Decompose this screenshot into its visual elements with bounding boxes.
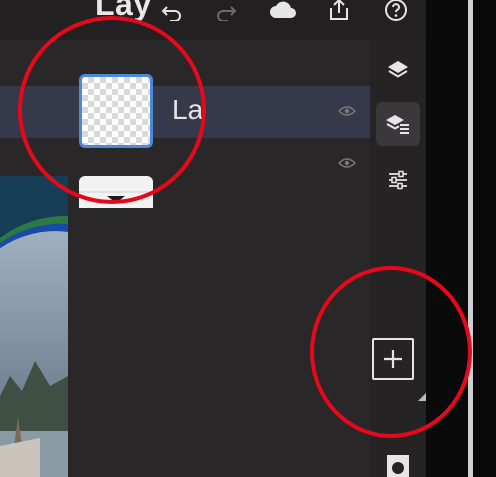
layers-panel-button[interactable] xyxy=(376,48,420,92)
mask-button[interactable] xyxy=(385,453,411,477)
eye-icon xyxy=(337,158,357,168)
share-button[interactable] xyxy=(325,0,353,24)
layer-properties-button[interactable] xyxy=(376,102,420,146)
help-icon xyxy=(385,0,407,21)
mask-icon xyxy=(387,455,409,477)
highlight-circle-add-layer xyxy=(310,266,472,438)
adjustments-panel-button[interactable] xyxy=(376,158,420,202)
photo-thumbnail xyxy=(0,176,68,477)
cloud-button[interactable] xyxy=(267,0,299,24)
undo-button[interactable] xyxy=(158,0,186,26)
redo-icon xyxy=(217,6,237,21)
help-button[interactable] xyxy=(382,0,410,24)
adjustments-icon xyxy=(389,170,407,190)
eye-icon xyxy=(337,106,357,116)
visibility-toggle-layer2[interactable] xyxy=(337,156,357,174)
layer-properties-icon xyxy=(386,115,409,134)
canvas-image-preview xyxy=(0,176,68,477)
share-icon xyxy=(330,0,348,20)
layers-icon xyxy=(388,61,408,78)
undo-icon xyxy=(161,6,181,21)
cloud-icon xyxy=(270,1,296,18)
screen-edge-line xyxy=(468,0,473,477)
redo-button[interactable] xyxy=(212,0,240,26)
highlight-circle-layer-thumbnail xyxy=(18,16,206,204)
visibility-toggle-layer1[interactable] xyxy=(337,104,357,122)
